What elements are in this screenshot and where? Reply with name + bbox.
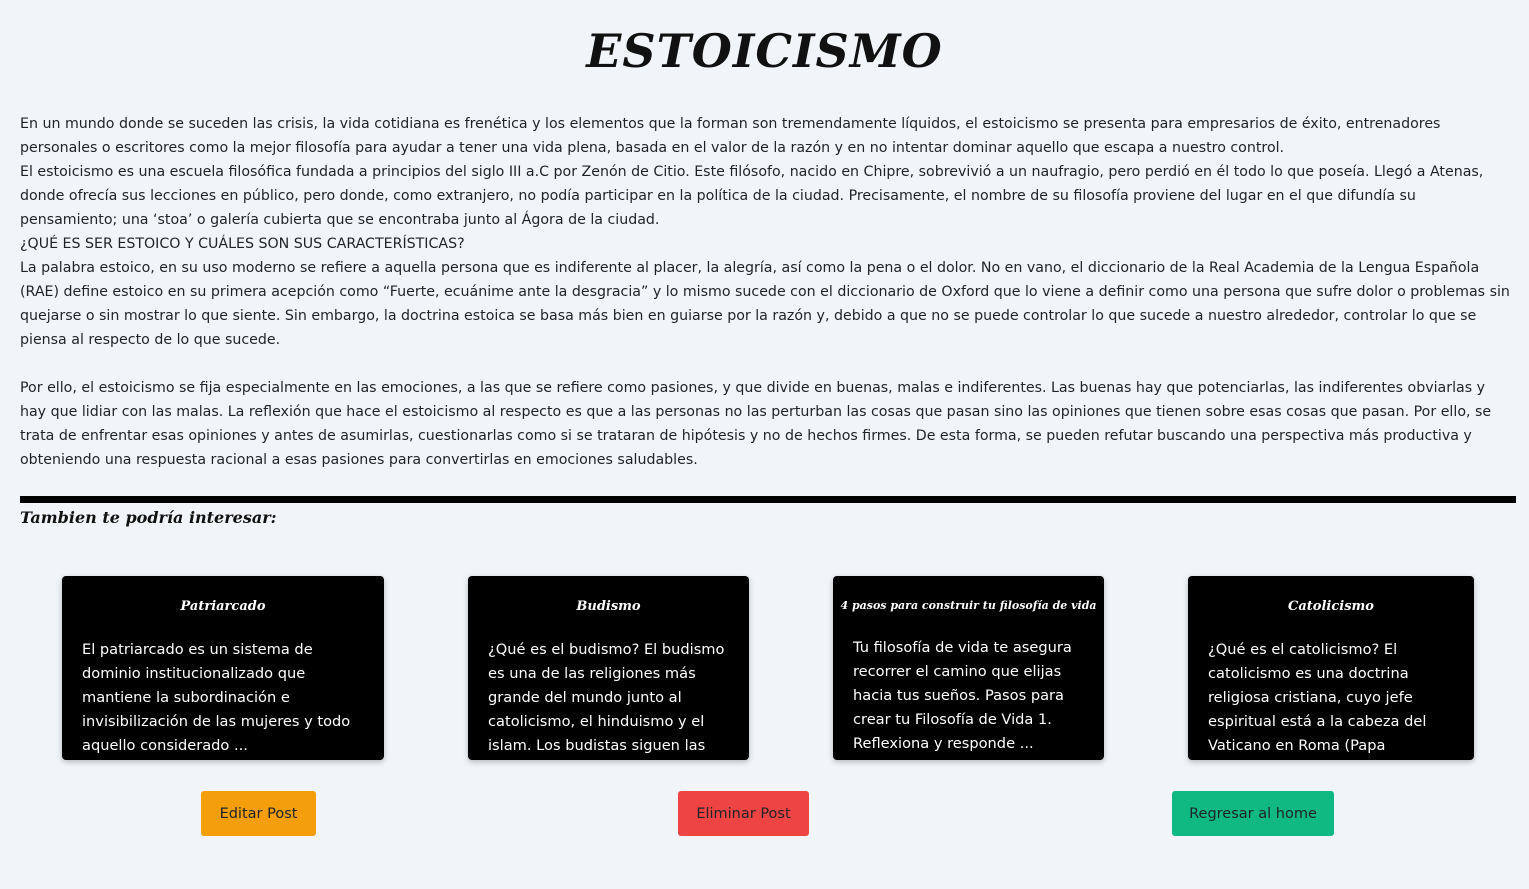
related-card-filosofia-de-vida[interactable]: 4 pasos para construir tu filosofía de v…	[833, 576, 1104, 760]
related-card-catolicismo[interactable]: Catolicismo ¿Qué es el catolicismo? El c…	[1188, 576, 1474, 760]
article-body: En un mundo donde se suceden las crisis,…	[20, 112, 1510, 472]
delete-post-button[interactable]: Eliminar Post	[678, 791, 809, 836]
back-home-button[interactable]: Regresar al home	[1172, 791, 1334, 836]
card-excerpt: El patriarcado es un sistema de dominio …	[82, 641, 351, 754]
card-title[interactable]: Patriarcado	[62, 599, 384, 614]
related-heading: Tambien te podría interesar:	[20, 508, 277, 527]
article-paragraph: En un mundo donde se suceden las crisis,…	[20, 116, 1441, 156]
article-paragraph: El estoicismo es una escuela filosófica …	[20, 164, 1484, 228]
section-divider	[20, 496, 1516, 503]
card-excerpt: Tu filosofía de vida te asegura recorrer…	[853, 639, 1072, 752]
related-card-patriarcado[interactable]: Patriarcado El patriarcado es un sistema…	[62, 576, 384, 760]
page-title: ESTOICISMO	[586, 24, 943, 78]
card-title[interactable]: Budismo	[468, 599, 749, 614]
card-title[interactable]: Catolicismo	[1188, 599, 1474, 614]
card-excerpt: ¿Qué es el catolicismo? El catolicismo e…	[1208, 641, 1427, 754]
card-excerpt: ¿Qué es el budismo? El budismo es una de…	[488, 641, 725, 754]
article-subheading: ¿QUÉ ES SER ESTOICO Y CUÁLES SON SUS CAR…	[20, 236, 465, 252]
article-paragraph: La palabra estoico, en su uso moderno se…	[20, 260, 1510, 348]
related-card-budismo[interactable]: Budismo ¿Qué es el budismo? El budismo e…	[468, 576, 749, 760]
edit-post-button[interactable]: Editar Post	[201, 791, 316, 836]
card-title[interactable]: 4 pasos para construir tu filosofía de v…	[833, 599, 1104, 612]
article-paragraph: Por ello, el estoicismo se fija especial…	[20, 380, 1492, 468]
